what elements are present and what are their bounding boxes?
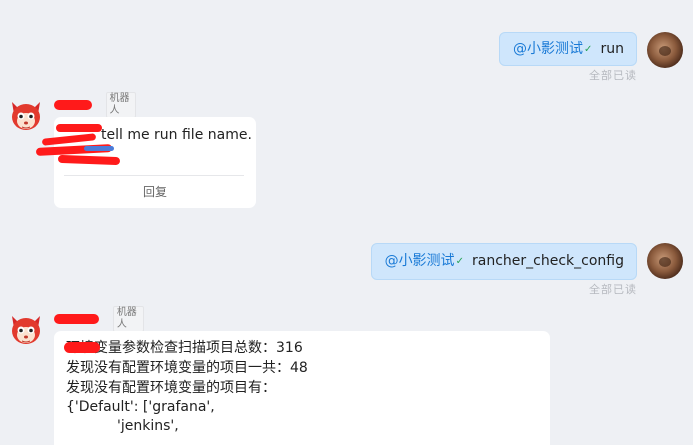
outgoing-message: @小影测试✓ rancher_check_config (370, 243, 683, 280)
verified-check-icon: ✓ (455, 256, 464, 267)
outgoing-message: @小影测试✓ run (499, 32, 683, 68)
read-status[interactable]: 全部已读 (589, 67, 637, 83)
report-body: 环境变量参数检查扫描项目总数：316 发现没有配置环境变量的项目一共：48 发现… (66, 338, 308, 436)
report-line: {'Default': ['grafana', (66, 399, 215, 415)
user-avatar[interactable] (647, 32, 683, 68)
reply-button[interactable]: 回复 (54, 183, 256, 200)
divider (64, 175, 244, 176)
user-avatar[interactable] (647, 243, 683, 279)
message-bubble[interactable]: @小影测试✓ rancher_check_config (370, 243, 637, 280)
read-status[interactable]: 全部已读 (589, 281, 637, 297)
redaction-mark (64, 342, 100, 353)
message-text: run (600, 41, 624, 57)
report-line: 环境变量参数检查扫描项目总数：316 (66, 340, 303, 356)
sender-header: 机器人 (54, 306, 144, 332)
mention[interactable]: @小影测试 (385, 253, 455, 269)
redaction-mark (56, 124, 102, 132)
bot-tag: 机器人 (105, 92, 136, 118)
bot-report-card: 环境变量参数检查扫描项目总数：316 发现没有配置环境变量的项目一共：48 发现… (54, 331, 550, 445)
mention[interactable]: @小影测试 (513, 41, 583, 57)
message-text: rancher_check_config (472, 253, 624, 269)
chat-window: @小影测试✓ run 全部已读 机器人 tell me run file nam… (0, 0, 693, 445)
redacted-name (54, 314, 99, 324)
message-bubble[interactable]: @小影测试✓ run (499, 32, 637, 66)
fox-avatar-icon[interactable] (8, 98, 44, 134)
sender-header: 机器人 (54, 92, 136, 118)
verified-check-icon: ✓ (584, 44, 593, 55)
report-line: 发现没有配置环境变量的项目一共：48 (66, 360, 308, 376)
message-text: tell me run file name. (101, 127, 252, 143)
redacted-name (54, 100, 92, 110)
report-line: 发现没有配置环境变量的项目有： (66, 380, 276, 396)
fox-avatar-icon[interactable] (8, 312, 44, 348)
redaction-mark (84, 146, 114, 151)
bot-tag: 机器人 (112, 306, 144, 332)
report-line: 'jenkins', (117, 418, 179, 434)
